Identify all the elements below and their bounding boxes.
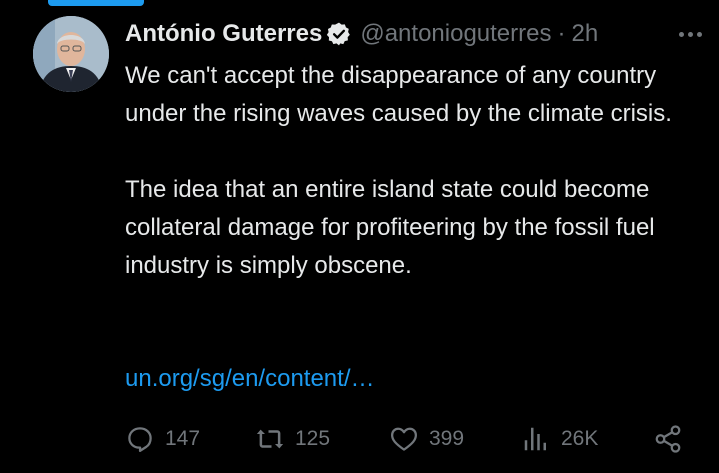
tweet-paragraph: The idea that an entire island state cou… bbox=[125, 176, 655, 279]
tweet-text: We can't accept the disappearance of any… bbox=[125, 57, 705, 285]
tweet-link[interactable]: un.org/sg/en/content/… bbox=[125, 360, 375, 398]
retweet-count: 125 bbox=[295, 427, 331, 450]
retweet-button[interactable]: 125 bbox=[255, 422, 330, 456]
verified-badge-icon bbox=[327, 22, 351, 46]
reply-count: 147 bbox=[165, 427, 201, 450]
tweet-paragraph: We can't accept the disappearance of any… bbox=[125, 62, 672, 127]
share-icon bbox=[655, 425, 681, 453]
reply-icon bbox=[128, 427, 152, 452]
timestamp[interactable]: 2h bbox=[572, 20, 599, 48]
tweet-screen: António Guterres @antonioguterres · 2h W… bbox=[0, 0, 719, 473]
views-chart-icon bbox=[524, 427, 546, 451]
share-button[interactable] bbox=[653, 422, 693, 456]
separator: · bbox=[557, 20, 566, 47]
avatar[interactable] bbox=[33, 16, 109, 92]
tweet-header: António Guterres @antonioguterres · 2h bbox=[125, 16, 705, 52]
heart-icon bbox=[391, 427, 417, 451]
more-icon[interactable] bbox=[675, 22, 705, 46]
reply-button[interactable]: 147 bbox=[125, 422, 200, 456]
like-button[interactable]: 399 bbox=[389, 422, 464, 456]
author-name[interactable]: António Guterres bbox=[125, 20, 322, 48]
author-handle[interactable]: @antonioguterres bbox=[360, 20, 551, 48]
action-bar: 147 125 399 26K bbox=[125, 422, 695, 456]
profile-photo-icon bbox=[33, 16, 109, 92]
views-count: 26K bbox=[561, 427, 599, 450]
top-tab-indicator bbox=[48, 0, 144, 6]
like-count: 399 bbox=[429, 427, 465, 450]
retweet-icon bbox=[256, 429, 284, 449]
views-button[interactable]: 26K bbox=[521, 422, 598, 456]
